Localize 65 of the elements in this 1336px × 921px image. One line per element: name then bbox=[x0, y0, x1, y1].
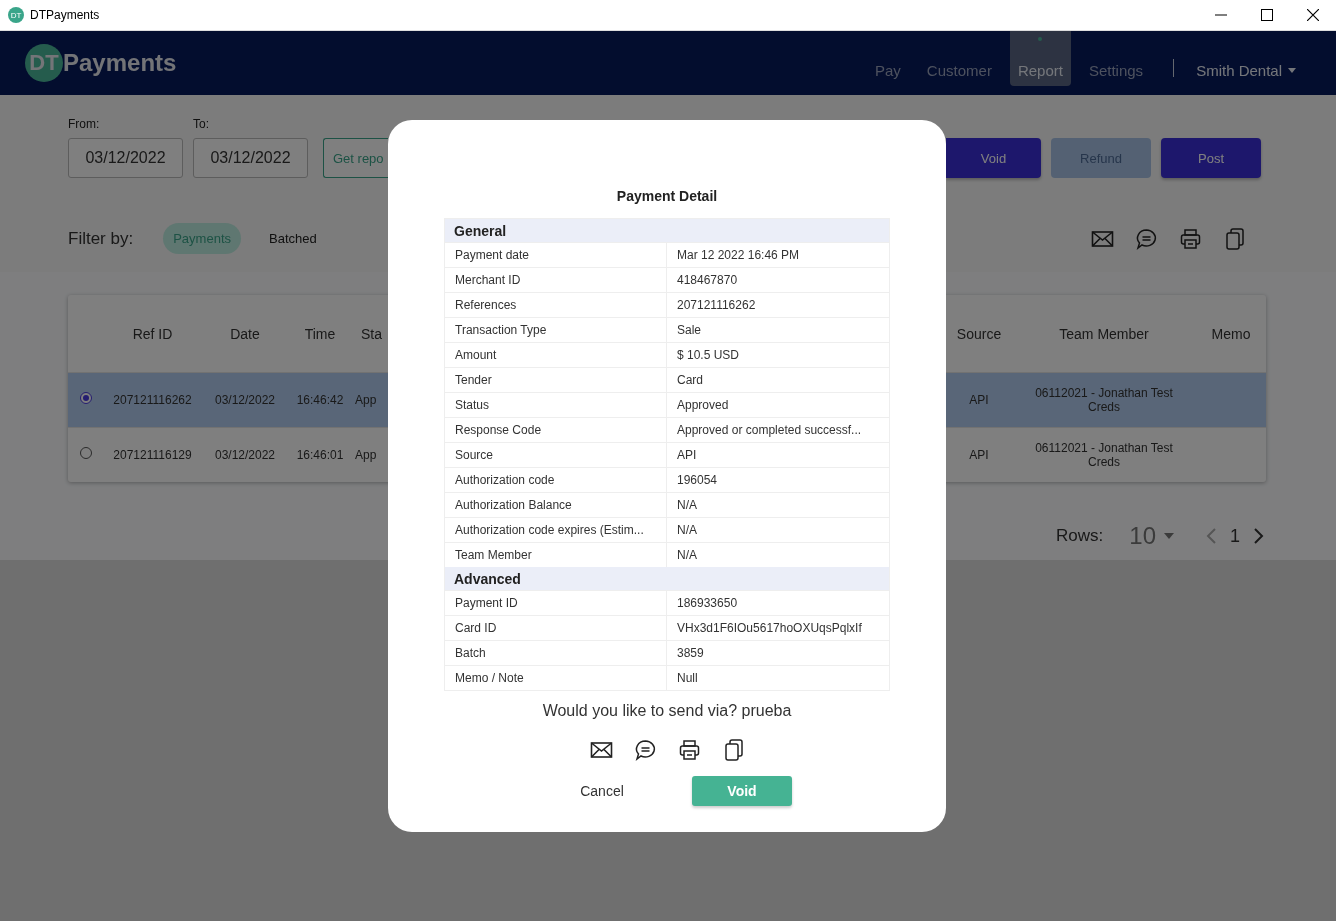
detail-label: Batch bbox=[454, 645, 487, 662]
detail-label: Payment date bbox=[454, 247, 531, 264]
window-title: DTPayments bbox=[30, 8, 101, 22]
detail-value: N/A bbox=[666, 518, 889, 542]
table-cell: 03/12/2022 bbox=[214, 448, 276, 462]
table-cell: App bbox=[355, 448, 377, 462]
table-cell: 207121116262 bbox=[113, 393, 192, 407]
detail-value: N/A bbox=[666, 493, 889, 517]
column-header: Time bbox=[303, 324, 337, 344]
detail-value: VHx3d1F6IOu5617hoOXUqsPqlxIf bbox=[666, 616, 889, 640]
detail-label: Amount bbox=[454, 347, 498, 364]
table-cell: 207121116129 bbox=[113, 448, 192, 462]
detail-value: Card bbox=[666, 368, 889, 392]
detail-value: 196054 bbox=[666, 468, 889, 492]
send-prompt: Would you like to send via? prueba bbox=[542, 702, 792, 720]
detail-value: 418467870 bbox=[666, 268, 889, 292]
table-cell: 16:46:01 bbox=[296, 448, 344, 462]
detail-label: Merchant ID bbox=[454, 272, 522, 289]
logo-text: Payments bbox=[63, 49, 177, 77]
column-header: Memo bbox=[1210, 324, 1252, 344]
detail-label: References bbox=[454, 297, 518, 314]
section-heading: Advanced bbox=[445, 567, 889, 590]
detail-value: 207121116262 bbox=[666, 293, 889, 317]
column-header: Team Member bbox=[1058, 324, 1150, 344]
detail-value: 186933650 bbox=[666, 591, 889, 615]
detail-label: Response Code bbox=[454, 422, 543, 439]
column-header: Sta bbox=[360, 324, 383, 344]
table-cell-text: 06112021 - Jonathan Test Creds bbox=[1034, 386, 1174, 414]
detail-value: API bbox=[666, 443, 889, 467]
detail-value: Approved bbox=[666, 393, 889, 417]
detail-value: $ 10.5 USD bbox=[666, 343, 889, 367]
dialog-title: Payment Detail bbox=[616, 188, 718, 204]
table-cell-text: 06112021 - Jonathan Test Creds bbox=[1034, 441, 1174, 469]
app-icon: DT bbox=[8, 7, 24, 23]
table-cell: API bbox=[969, 393, 989, 407]
table-cell: 03/12/2022 bbox=[214, 393, 276, 407]
detail-label: Memo / Note bbox=[454, 670, 525, 687]
detail-value: Sale bbox=[666, 318, 889, 342]
detail-value: Approved or completed successf... bbox=[666, 418, 889, 442]
detail-label: Transaction Type bbox=[454, 322, 548, 339]
rows-label: Rows: bbox=[1056, 526, 1104, 546]
column-header: Source bbox=[955, 324, 1003, 344]
detail-label: Payment ID bbox=[454, 595, 519, 612]
filter-label: Filter by: bbox=[68, 228, 134, 249]
table-cell: App bbox=[355, 393, 377, 407]
detail-label: Source bbox=[454, 447, 495, 464]
section-heading: General bbox=[445, 219, 889, 242]
table-cell: API bbox=[969, 448, 989, 462]
detail-label: Team Member bbox=[454, 547, 533, 564]
detail-label: Card ID bbox=[454, 620, 498, 637]
detail-value: Mar 12 2022 16:46 PM bbox=[666, 243, 889, 267]
detail-value: 3859 bbox=[666, 641, 889, 665]
detail-label: Tender bbox=[454, 372, 493, 389]
field-label: To: bbox=[193, 117, 210, 131]
detail-label: Authorization code expires (Estim... bbox=[454, 522, 645, 539]
page-number: 1 bbox=[1230, 525, 1240, 547]
column-header: Ref ID bbox=[131, 324, 174, 344]
detail-label: Status bbox=[454, 397, 491, 414]
detail-label: Authorization Balance bbox=[454, 497, 573, 514]
field-label: From: bbox=[68, 117, 101, 131]
column-header: Date bbox=[229, 324, 261, 344]
detail-value: Null bbox=[666, 666, 889, 690]
detail-label: Authorization code bbox=[454, 472, 556, 489]
logo-mark: DT bbox=[25, 44, 63, 82]
table-cell: 16:46:42 bbox=[296, 393, 344, 407]
